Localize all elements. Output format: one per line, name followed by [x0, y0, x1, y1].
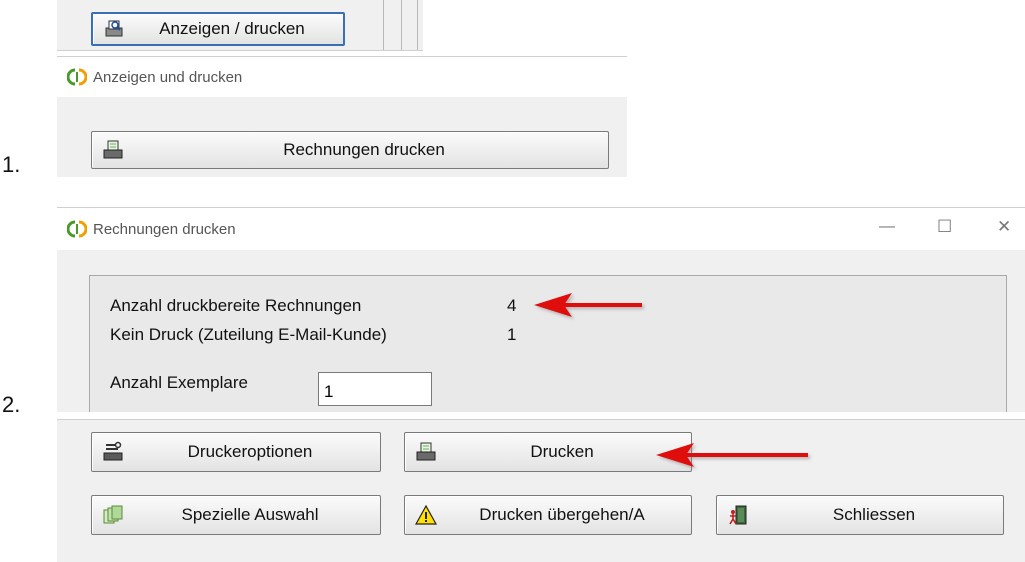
- step-2-number: 2.: [2, 392, 21, 417]
- anzeigen-drucken-button[interactable]: Anzeigen / drucken: [91, 12, 345, 46]
- close-window-button[interactable]: ✕: [997, 217, 1011, 237]
- red-arrow: [656, 443, 808, 467]
- divider: [383, 0, 384, 50]
- divider: [401, 0, 402, 50]
- printer-preview-icon: [105, 20, 123, 37]
- drucken-button[interactable]: Drucken: [404, 432, 692, 472]
- druckbereite-label: Anzahl druckbereite Rechnungen: [110, 296, 362, 315]
- drucken-uebergehen-button[interactable]: Drucken übergehen/A: [404, 495, 692, 535]
- minimize-button[interactable]: —: [879, 218, 895, 236]
- drucken-label: Drucken: [530, 442, 594, 461]
- drucken-uebergehen-label: Drucken übergehen/A: [479, 505, 645, 524]
- exit-door-icon: [729, 505, 747, 525]
- exemplare-input[interactable]: [318, 372, 432, 406]
- divider: [417, 0, 418, 50]
- druckbereite-value: 4: [507, 296, 517, 315]
- spezielle-auswahl-button[interactable]: Spezielle Auswahl: [91, 495, 381, 535]
- anzeigen-drucken-label: Anzeigen / drucken: [159, 19, 305, 38]
- step-1-number: 1.: [2, 152, 21, 177]
- schliessen-label: Schliessen: [832, 505, 916, 524]
- rechnungen-drucken-label: Rechnungen drucken: [283, 140, 445, 159]
- schliessen-button[interactable]: Schliessen: [716, 495, 1004, 535]
- exemplare-label: Anzahl Exemplare: [110, 373, 248, 392]
- red-arrow: [534, 293, 642, 317]
- anzeigen-title: Anzeigen und drucken: [67, 67, 242, 87]
- spezielle-auswahl-label: Spezielle Auswahl: [181, 505, 319, 524]
- app-logo-icon: [67, 220, 87, 238]
- druckeroptionen-label: Druckeroptionen: [187, 442, 313, 461]
- warning-icon: [415, 504, 437, 525]
- rechnungen-title: Rechnungen drucken: [67, 219, 236, 239]
- documents-icon: [103, 505, 123, 524]
- anzeigen-title-text: Anzeigen und drucken: [93, 68, 243, 86]
- rechnungen-title-text: Rechnungen drucken: [93, 220, 236, 238]
- printer-icon: [103, 140, 123, 159]
- maximize-button[interactable]: ☐: [937, 217, 952, 237]
- wrench-printer-icon: [103, 441, 123, 461]
- app-logo-icon: [67, 68, 87, 86]
- rechnungen-drucken-button[interactable]: Rechnungen drucken: [91, 131, 609, 169]
- printer-icon: [416, 442, 436, 461]
- kein-druck-value: 1: [507, 325, 517, 344]
- kein-druck-label: Kein Druck (Zuteilung E-Mail-Kunde): [110, 325, 387, 344]
- druckeroptionen-button[interactable]: Druckeroptionen: [91, 432, 381, 472]
